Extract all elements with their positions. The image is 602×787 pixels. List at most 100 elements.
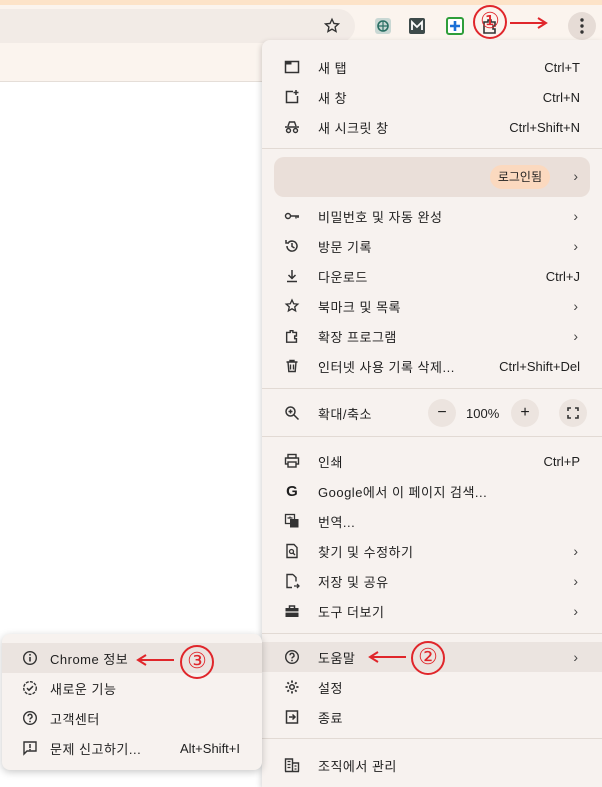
help-label: 도움말 xyxy=(318,650,356,666)
chrome-main-menu: 새 탭 Ctrl+T 새 창 Ctrl+N 새 시크릿 창 Ctrl+Shift… xyxy=(262,40,602,787)
chevron-right-icon: › xyxy=(573,543,578,559)
chevron-right-icon: › xyxy=(573,238,578,254)
submenu-item-about-chrome[interactable]: Chrome 정보 xyxy=(2,643,262,673)
menu-item-bookmarks[interactable]: 북마크 및 목록 › xyxy=(262,291,602,321)
menu-item-new-window[interactable]: 새 창 Ctrl+N xyxy=(262,82,602,112)
chevron-right-icon: › xyxy=(573,168,578,184)
save-share-icon xyxy=(284,573,300,589)
history-icon xyxy=(284,238,300,254)
exit-label: 종료 xyxy=(318,710,343,726)
submenu-item-report-issue[interactable]: 문제 신고하기... Alt+Shift+I xyxy=(2,733,262,763)
chevron-right-icon: › xyxy=(573,649,578,665)
incognito-label: 새 시크릿 창 xyxy=(318,120,389,136)
signed-in-badge: 로그인됨 xyxy=(489,165,550,189)
new-tab-label: 새 탭 xyxy=(318,60,348,76)
building-icon xyxy=(284,757,300,773)
menu-divider xyxy=(262,633,602,634)
passwords-label: 비밀번호 및 자동 완성 xyxy=(318,209,443,225)
annotation-arrow-right xyxy=(510,17,548,29)
new-tab-shortcut: Ctrl+T xyxy=(544,59,580,75)
incognito-shortcut: Ctrl+Shift+N xyxy=(509,119,580,135)
bookmarks-label: 북마크 및 목록 xyxy=(318,299,401,315)
annotation-step-1: ① xyxy=(473,5,507,39)
google-g-icon: G xyxy=(286,482,298,500)
menu-kebab-icon[interactable] xyxy=(568,12,596,40)
menu-item-new-tab[interactable]: 새 탭 Ctrl+T xyxy=(262,52,602,82)
extension-globe-icon[interactable] xyxy=(371,14,395,38)
menu-item-settings[interactable]: 설정 xyxy=(262,672,602,702)
menu-item-print[interactable]: 인쇄 Ctrl+P xyxy=(262,446,602,476)
translate-label: 번역... xyxy=(318,514,356,530)
new-window-label: 새 창 xyxy=(318,90,348,106)
zoom-level: 100% xyxy=(466,406,500,421)
menu-item-find-edit[interactable]: 찾기 및 수정하기 › xyxy=(262,536,602,566)
search-page-label: Google에서 이 페이지 검색... xyxy=(318,484,488,500)
chevron-right-icon: › xyxy=(573,208,578,224)
help-center-label: 고객센터 xyxy=(50,711,100,727)
menu-item-extensions[interactable]: 확장 프로그램 › xyxy=(262,321,602,351)
menu-divider xyxy=(262,436,602,437)
menu-item-more-tools[interactable]: 도구 더보기 › xyxy=(262,596,602,626)
clear-data-label: 인터넷 사용 기록 삭제... xyxy=(318,359,455,375)
find-page-icon xyxy=(284,543,300,559)
new-tab-icon xyxy=(284,59,300,75)
translate-icon xyxy=(284,513,300,529)
toolbox-icon xyxy=(284,603,300,619)
menu-item-history[interactable]: 방문 기록 › xyxy=(262,231,602,261)
chevron-right-icon: › xyxy=(573,603,578,619)
report-issue-label: 문제 신고하기... xyxy=(50,741,142,757)
zoom-label: 확대/축소 xyxy=(318,406,372,422)
menu-item-exit[interactable]: 종료 xyxy=(262,702,602,732)
bookmark-star-icon[interactable] xyxy=(320,14,344,38)
extension-plus-icon[interactable] xyxy=(443,14,467,38)
menu-item-search-page[interactable]: G Google에서 이 페이지 검색... xyxy=(262,476,602,506)
annotation-arrow-left xyxy=(136,654,174,666)
menu-item-save-share[interactable]: 저장 및 공유 › xyxy=(262,566,602,596)
extension-m-icon[interactable] xyxy=(405,14,429,38)
download-icon xyxy=(284,268,300,284)
whats-new-label: 새로운 기능 xyxy=(50,681,117,697)
new-window-shortcut: Ctrl+N xyxy=(542,89,580,105)
settings-label: 설정 xyxy=(318,680,343,696)
menu-item-managed[interactable]: 조직에서 관리 xyxy=(262,750,602,780)
print-label: 인쇄 xyxy=(318,454,343,470)
downloads-shortcut: Ctrl+J xyxy=(545,268,580,284)
print-shortcut: Ctrl+P xyxy=(543,453,580,469)
managed-label: 조직에서 관리 xyxy=(318,758,397,774)
downloads-label: 다운로드 xyxy=(318,269,368,285)
annotation-arrow-left xyxy=(368,651,406,663)
annotation-step-3: ③ xyxy=(180,645,214,679)
incognito-icon xyxy=(284,119,300,135)
menu-item-incognito[interactable]: 새 시크릿 창 Ctrl+Shift+N xyxy=(262,112,602,142)
menu-divider xyxy=(262,148,602,149)
menu-item-downloads[interactable]: 다운로드 Ctrl+J xyxy=(262,261,602,291)
menu-item-translate[interactable]: 번역... xyxy=(262,506,602,536)
menu-divider xyxy=(262,738,602,739)
fullscreen-button[interactable] xyxy=(559,399,587,427)
gear-icon xyxy=(284,679,300,695)
signin-profile-row[interactable]: 로그인됨 › xyxy=(274,157,590,197)
key-icon xyxy=(284,208,300,224)
fullscreen-icon xyxy=(567,407,579,419)
submenu-item-whats-new[interactable]: 새로운 기능 xyxy=(2,673,262,703)
history-label: 방문 기록 xyxy=(318,239,372,255)
save-share-label: 저장 및 공유 xyxy=(318,574,389,590)
zoom-out-button[interactable]: − xyxy=(428,399,456,427)
star-icon xyxy=(284,298,300,314)
menu-item-clear-data[interactable]: 인터넷 사용 기록 삭제... Ctrl+Shift+Del xyxy=(262,351,602,381)
new-window-icon xyxy=(284,89,300,105)
exit-icon xyxy=(284,709,300,725)
menu-item-passwords[interactable]: 비밀번호 및 자동 완성 › xyxy=(262,201,602,231)
address-bar[interactable] xyxy=(0,9,355,43)
submenu-item-help-center[interactable]: 고객센터 xyxy=(2,703,262,733)
find-edit-label: 찾기 및 수정하기 xyxy=(318,544,414,560)
help-submenu: Chrome 정보 새로운 기능 고객센터 문제 신고하기... Alt+Shi… xyxy=(2,634,262,770)
report-issue-shortcut: Alt+Shift+I xyxy=(180,740,240,756)
trash-icon xyxy=(284,358,300,374)
chevron-right-icon: › xyxy=(573,573,578,589)
help-circle-icon xyxy=(284,649,300,665)
chevron-right-icon: › xyxy=(573,328,578,344)
zoom-in-button[interactable]: + xyxy=(511,399,539,427)
zoom-icon xyxy=(284,405,300,421)
extensions-label: 확장 프로그램 xyxy=(318,329,397,345)
